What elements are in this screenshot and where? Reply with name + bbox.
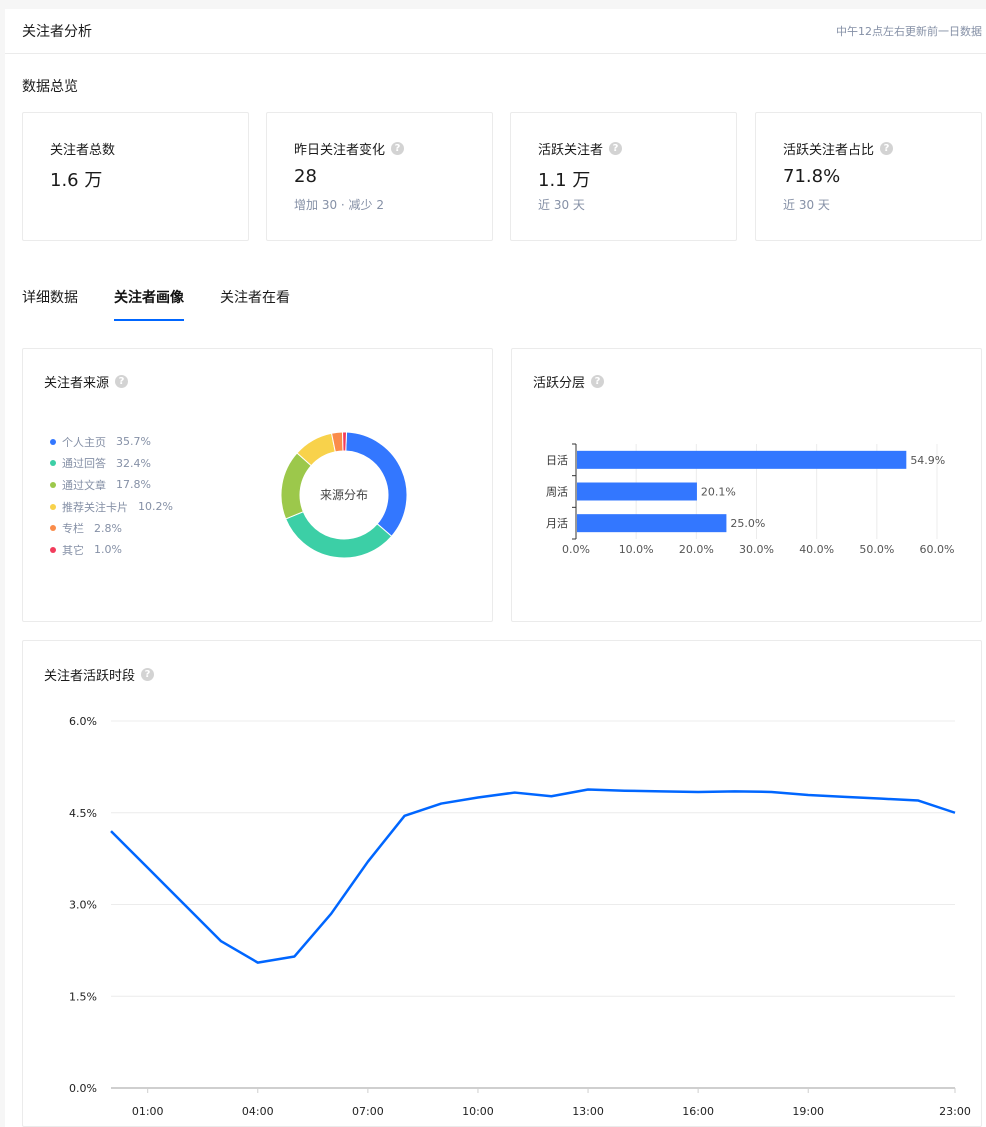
active-period-line-chart: 0.0% 1.5% 3.0% 4.5% 6.0% 01:00 04:00 07:00 10:00… <box>69 715 971 1118</box>
legend-value: 10.2% <box>138 500 173 514</box>
page: 关注者分析 中午12点左右更新前一日数据 数据总览 关注者总数 1.6 万 昨日… <box>5 9 986 1127</box>
x-tick-label: 07:00 <box>352 1105 384 1118</box>
legend-label: 通过回答 <box>62 457 106 471</box>
x-tick-label: 30.0% <box>739 543 774 556</box>
legend-value: 32.4% <box>116 456 151 470</box>
legend-swatch <box>50 481 56 488</box>
card-sub: 增加 30 · 减少 2 <box>294 198 384 212</box>
tab-bar: 详细数据 关注者画像 关注者在看 <box>22 287 326 323</box>
legend-swatch <box>50 438 56 445</box>
activity-tier-bar-chart: 0.0% 10.0% 20.0% 30.0% 40.0% 50.0% 60.0% 日活 54.9… <box>546 443 955 556</box>
legend-value: 2.8% <box>94 521 122 535</box>
x-tick-label: 23:00 <box>939 1105 971 1118</box>
x-tick-label: 40.0% <box>799 543 834 556</box>
legend-value: 1.0% <box>94 543 122 557</box>
x-tick-label: 10:00 <box>462 1105 494 1118</box>
x-tick-label: 60.0% <box>920 543 955 556</box>
donut-slice <box>285 511 393 559</box>
x-tick-label: 50.0% <box>859 543 894 556</box>
x-tick-label: 19:00 <box>792 1105 824 1118</box>
tab-detail-data[interactable]: 详细数据 <box>22 287 78 321</box>
legend-value: 35.7% <box>116 435 151 449</box>
y-tick-label: 0.0% <box>69 1082 97 1095</box>
legend-item[interactable]: 其它 1.0% <box>50 539 173 561</box>
card-value: 71.8% <box>783 166 841 187</box>
series-line <box>110 788 956 964</box>
y-tick-label: 日活 <box>546 454 568 467</box>
card-label: 活跃关注者占比 <box>783 142 875 158</box>
tab-follower-reading[interactable]: 关注者在看 <box>220 287 290 321</box>
x-tick-label: 0.0% <box>562 543 590 556</box>
card-active-ratio: 活跃关注者占比? 71.8% 近 30 天 <box>755 112 982 241</box>
legend-label: 推荐关注卡片 <box>62 500 128 514</box>
legend-swatch <box>50 546 56 553</box>
card-active-followers: 活跃关注者? 1.1 万 近 30 天 <box>510 112 737 241</box>
legend-item[interactable]: 通过文章 17.8% <box>50 474 173 496</box>
bar <box>577 450 907 469</box>
source-panel-title: 关注者来源 <box>44 376 110 391</box>
legend-swatch <box>50 503 56 510</box>
y-tick-label: 周活 <box>546 486 568 499</box>
x-tick-label: 20.0% <box>679 543 714 556</box>
source-panel: 关注者来源? 个人主页 35.7% 通过回答 32.4% 通过文章 17.8% 推荐关注卡片… <box>22 348 493 622</box>
help-icon[interactable]: ? <box>391 141 405 155</box>
donut-slice <box>280 452 312 520</box>
bar-value-label: 54.9% <box>910 454 945 467</box>
overview-cards: 关注者总数 1.6 万 昨日关注者变化? 28 增加 30 · 减少 2 活跃关… <box>22 112 982 241</box>
legend-value: 17.8% <box>116 478 151 492</box>
legend-label: 专栏 <box>62 522 84 536</box>
active-period-panel: 关注者活跃时段? 0.0% 1.5% 3.0% 4.5% 6.0% 01:00 04:00 0… <box>22 640 982 1127</box>
legend-item[interactable]: 推荐关注卡片 10.2% <box>50 496 173 518</box>
x-tick-label: 04:00 <box>242 1105 274 1118</box>
card-follower-change: 昨日关注者变化? 28 增加 30 · 减少 2 <box>266 112 493 241</box>
legend-swatch <box>50 525 56 532</box>
card-sub: 近 30 天 <box>538 198 585 212</box>
bar <box>577 482 697 501</box>
y-tick-label: 1.5% <box>69 990 97 1003</box>
page-title: 关注者分析 <box>22 24 92 40</box>
source-legend: 个人主页 35.7% 通过回答 32.4% 通过文章 17.8% 推荐关注卡片 10.2% 专栏… <box>50 431 173 561</box>
donut-slice <box>342 431 348 452</box>
x-tick-label: 13:00 <box>572 1105 604 1118</box>
x-tick-label: 01:00 <box>132 1105 164 1118</box>
help-icon[interactable]: ? <box>115 375 129 388</box>
page-header: 关注者分析 中午12点左右更新前一日数据 <box>5 9 986 54</box>
legend-swatch <box>50 460 56 467</box>
card-label: 关注者总数 <box>50 142 116 158</box>
y-tick-label: 月活 <box>546 517 568 530</box>
x-tick-label: 10.0% <box>619 543 654 556</box>
x-tick-label: 16:00 <box>682 1105 714 1118</box>
help-icon[interactable]: ? <box>609 141 623 155</box>
card-label: 昨日关注者变化 <box>294 142 386 158</box>
legend-label: 其它 <box>62 543 84 557</box>
donut-center-label: 来源分布 <box>320 488 368 502</box>
donut-slice <box>330 431 344 453</box>
legend-item[interactable]: 个人主页 35.7% <box>50 431 173 453</box>
y-tick-label: 4.5% <box>69 807 97 820</box>
overview-title: 数据总览 <box>22 79 78 95</box>
legend-item[interactable]: 专栏 2.8% <box>50 517 173 539</box>
help-icon[interactable]: ? <box>880 141 894 155</box>
legend-item[interactable]: 通过回答 32.4% <box>50 453 173 475</box>
bar <box>577 514 727 533</box>
update-note: 中午12点左右更新前一日数据 <box>836 25 982 38</box>
y-tick-label: 3.0% <box>69 899 97 912</box>
legend-label: 个人主页 <box>62 435 106 449</box>
tab-follower-profile[interactable]: 关注者画像 <box>114 287 184 321</box>
legend-label: 通过文章 <box>62 478 106 492</box>
card-total-followers: 关注者总数 1.6 万 <box>22 112 249 241</box>
card-label: 活跃关注者 <box>538 142 604 158</box>
donut-slice <box>296 432 336 467</box>
card-sub: 近 30 天 <box>783 198 830 212</box>
card-value: 1.1 万 <box>538 170 591 191</box>
bar-value-label: 25.0% <box>730 517 765 530</box>
donut-slice <box>345 431 408 537</box>
y-tick-label: 6.0% <box>69 715 97 728</box>
bar-value-label: 20.1% <box>701 486 736 499</box>
activity-tier-panel: 活跃分层? 0.0% 10.0% 20.0% 30.0% 40.0% 50.0% 60.0%… <box>511 348 982 622</box>
card-value: 28 <box>294 166 317 187</box>
card-value: 1.6 万 <box>50 170 103 191</box>
